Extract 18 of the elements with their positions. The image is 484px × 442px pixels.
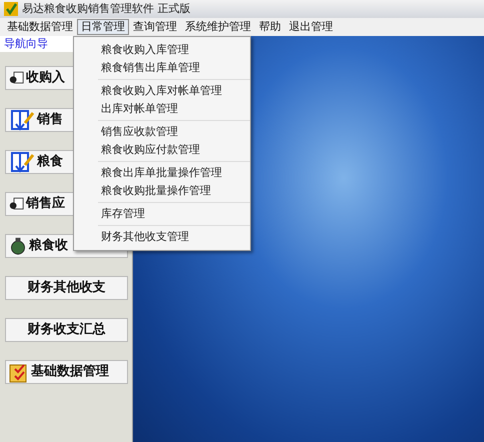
nav-button[interactable]: 财务收支汇总 — [5, 318, 128, 342]
nav-button[interactable]: 财务其他收支 — [5, 276, 128, 300]
menu-item[interactable]: 查询管理 — [129, 19, 181, 35]
menu-item[interactable]: 基础数据管理 — [3, 19, 77, 35]
notebook-pencil-icon — [9, 151, 35, 173]
checkmark-logo-icon — [4, 2, 18, 16]
document-icon — [9, 71, 24, 85]
money-bag-icon — [9, 236, 27, 256]
dropdown-item[interactable]: 库存管理 — [98, 205, 250, 223]
menu-item[interactable]: 退出管理 — [285, 19, 337, 35]
window-title: 易达粮食收购销售管理软件 正式版 — [22, 0, 190, 17]
menu-item[interactable]: 帮助 — [255, 19, 285, 35]
notebook-pencil-icon — [9, 109, 35, 131]
document-icon — [9, 197, 24, 211]
menu-item[interactable]: 日常管理 — [77, 19, 129, 35]
nav-button[interactable]: 基础数据管理 — [5, 360, 128, 384]
dropdown-item[interactable]: 财务其他收支管理 — [98, 228, 250, 246]
menu-item[interactable]: 系统维护管理 — [181, 19, 255, 35]
